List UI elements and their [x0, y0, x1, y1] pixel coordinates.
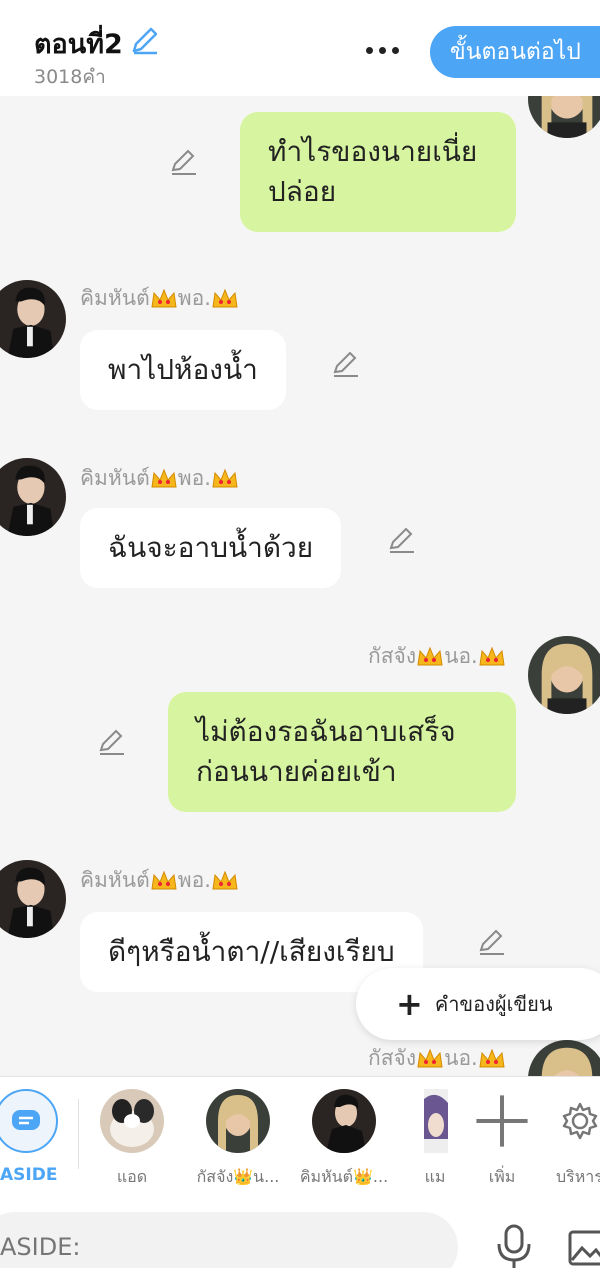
avatar-gus[interactable]	[528, 96, 600, 138]
manage-button[interactable]: บริหาร	[536, 1089, 600, 1190]
avatar-gus[interactable]	[528, 1040, 600, 1076]
next-step-button[interactable]: ขั้นตอนต่อไป	[430, 26, 600, 78]
crown-icon	[417, 646, 443, 665]
sender-name-text: คิมหันต์	[80, 868, 150, 892]
avatar-kim[interactable]	[0, 280, 66, 358]
sender-role-text: พอ.	[177, 466, 211, 490]
crown-icon	[151, 870, 177, 889]
message-bubble[interactable]: พาไปห้องน้ำ	[80, 330, 286, 410]
sender-role-text: นอ.	[444, 644, 478, 668]
author-note-button[interactable]: + คำของผู้เขียน	[356, 968, 600, 1040]
character-label: แอด	[116, 1167, 148, 1186]
edit-message-icon[interactable]	[330, 348, 362, 380]
avatar-kim[interactable]	[0, 458, 66, 536]
chat-bubble-icon	[12, 1110, 40, 1130]
episode-title[interactable]: ตอนที่2	[34, 22, 161, 65]
edit-message-icon[interactable]	[168, 146, 200, 178]
avatar	[424, 1089, 448, 1153]
message-text: ดีๆหรือน้ำตา//เสียงเรียบ	[108, 935, 395, 968]
input-bar	[0, 1200, 600, 1268]
message-line: ปล่อย	[268, 175, 337, 208]
sender-role-text: พอ.	[177, 286, 211, 310]
sender-name: กัสจัง นอ.	[368, 1042, 506, 1075]
sender-name-text: คิมหันต์	[80, 466, 150, 490]
crown-icon	[479, 1048, 505, 1067]
character-item-admin[interactable]: แอด	[82, 1089, 182, 1190]
aside-label: ASIDE	[0, 1165, 58, 1185]
divider	[78, 1099, 79, 1169]
plus-icon: +	[396, 985, 423, 1023]
character-item-gus[interactable]: กัสจัง👑น...	[188, 1089, 288, 1190]
message-line: ทำไรของนายเนี่ย	[268, 135, 478, 168]
sender-name: คิมหันต์ พอ.	[80, 282, 239, 315]
sender-name-text: กัสจัง	[368, 1046, 417, 1070]
sender-name: คิมหันต์ พอ.	[80, 864, 239, 897]
pencil-icon[interactable]	[129, 24, 161, 63]
aside-button[interactable]	[0, 1089, 58, 1153]
sender-name: คิมหันต์ พอ.	[80, 462, 239, 495]
character-bar: ASIDE แอด กัสจัง👑น... คิมหันต์👑... แม เพ…	[0, 1076, 600, 1200]
word-count: 3018คำ	[34, 66, 106, 88]
edit-message-icon[interactable]	[476, 926, 508, 958]
avatar	[206, 1089, 270, 1153]
author-note-label: คำของผู้เขียน	[434, 992, 553, 1016]
crown-icon	[151, 468, 177, 487]
message-line: ไม่ต้องรอฉันอาบเสร็จ	[196, 715, 456, 748]
crown-icon	[212, 468, 238, 487]
edit-message-icon[interactable]	[96, 726, 128, 758]
sender-name-text: กัสจัง	[368, 644, 417, 668]
sender-role-text: พอ.	[177, 868, 211, 892]
crown-icon	[212, 870, 238, 889]
crown-icon	[212, 288, 238, 307]
avatar	[312, 1089, 376, 1153]
gear-icon	[536, 1089, 600, 1153]
microphone-icon[interactable]	[494, 1224, 534, 1268]
character-label: คิมหันต์👑...	[299, 1167, 389, 1186]
episode-title-text: ตอนที่2	[34, 29, 123, 60]
image-icon[interactable]	[568, 1228, 600, 1268]
message-input[interactable]	[0, 1212, 458, 1268]
message-text: พาไปห้องน้ำ	[108, 353, 258, 386]
character-label: กัสจัง👑น...	[196, 1167, 280, 1186]
message-bubble[interactable]: ทำไรของนายเนี่ย ปล่อย	[240, 112, 516, 232]
message-bubble[interactable]: ไม่ต้องรอฉันอาบเสร็จ ก่อนนายค่อยเข้า	[168, 692, 516, 812]
avatar-kim[interactable]	[0, 860, 66, 938]
message-text: ฉันจะอาบน้ำด้วย	[108, 531, 314, 564]
more-options-icon[interactable]	[360, 28, 404, 72]
crown-icon	[479, 646, 505, 665]
message-bubble[interactable]: ฉันจะอาบน้ำด้วย	[80, 508, 342, 588]
crown-icon	[151, 288, 177, 307]
sender-role-text: นอ.	[444, 1046, 478, 1070]
chat-area[interactable]: ทำไรของนายเนี่ย ปล่อย คิมหันต์ พอ. พาไปห…	[0, 96, 600, 1076]
crown-icon	[417, 1048, 443, 1067]
sender-name: กัสจัง นอ.	[368, 640, 506, 673]
avatar-gus[interactable]	[528, 636, 600, 714]
avatar	[100, 1089, 164, 1153]
plus-icon	[470, 1089, 534, 1153]
message-line: ก่อนนายค่อยเข้า	[196, 755, 397, 788]
edit-message-icon[interactable]	[386, 524, 418, 556]
sender-name-text: คิมหันต์	[80, 286, 150, 310]
manage-label: บริหาร	[556, 1167, 600, 1186]
header: ตอนที่2 3018คำ ขั้นตอนต่อไป	[0, 0, 600, 96]
character-item-kim[interactable]: คิมหันต์👑...	[294, 1089, 394, 1190]
